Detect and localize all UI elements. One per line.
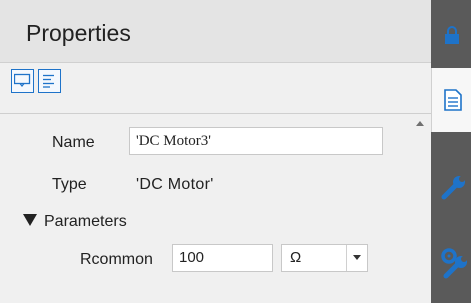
panel-title: Properties [26, 20, 131, 46]
collapse-parameters-icon[interactable] [23, 214, 37, 226]
rcommon-label: Rcommon [80, 251, 153, 268]
lock-icon [445, 26, 459, 44]
tab-tools[interactable] [431, 150, 471, 210]
tab-document[interactable] [431, 68, 471, 132]
wrench-gear-icon [441, 248, 467, 279]
type-label: Type [52, 176, 87, 193]
wrench-icon [441, 176, 465, 200]
name-field[interactable]: 'DC Motor3' [129, 127, 383, 155]
tooltip-view-icon [14, 73, 31, 88]
document-icon [444, 89, 462, 111]
tab-settings[interactable] [431, 228, 471, 288]
type-value: 'DC Motor' [136, 176, 214, 193]
properties-toolbar [0, 63, 431, 114]
panel-header: Properties [0, 0, 431, 63]
scroll-up-icon[interactable] [416, 121, 424, 126]
vertical-scrollbar[interactable] [410, 115, 431, 303]
text-view-icon [43, 74, 54, 88]
tooltip-view-button[interactable] [11, 69, 34, 93]
rcommon-unit-select[interactable]: Ω [281, 244, 368, 272]
rcommon-value-field[interactable]: 100 [172, 244, 273, 272]
chevron-down-icon[interactable] [346, 245, 367, 271]
rcommon-unit-value: Ω [290, 249, 302, 266]
parameters-group-label: Parameters [44, 213, 127, 230]
tab-lock[interactable] [431, 6, 471, 66]
name-label: Name [52, 134, 95, 151]
properties-panel: Properties Name 'DC Motor3' Type 'DC Mot… [0, 0, 431, 303]
text-view-button[interactable] [38, 69, 61, 93]
side-tab-bar [431, 0, 471, 303]
